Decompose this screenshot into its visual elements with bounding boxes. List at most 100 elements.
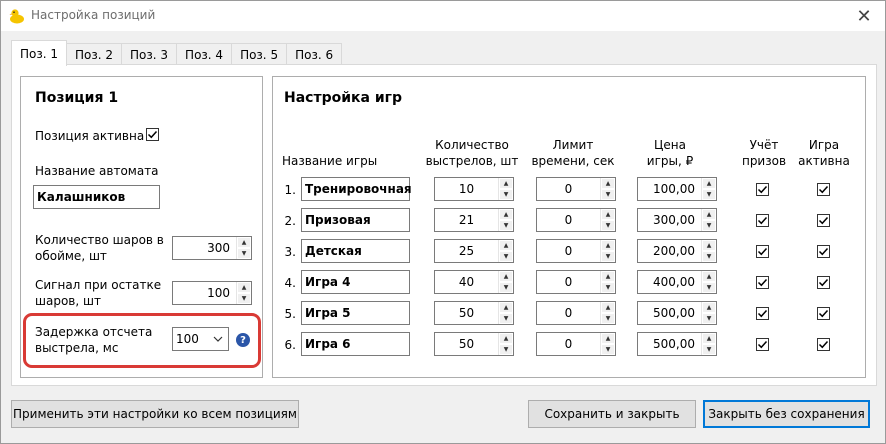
game-name-field[interactable]: Игра 4 <box>301 270 410 294</box>
spin-up-icon[interactable]: ▲ <box>702 240 716 251</box>
spin-up-icon[interactable]: ▲ <box>601 302 615 313</box>
spin-up-icon[interactable]: ▲ <box>702 178 716 189</box>
check-icon <box>757 340 768 349</box>
tab-position-5[interactable]: Поз. 5 <box>231 43 288 66</box>
shots-stepper[interactable]: 10 ▲ ▼ <box>434 177 514 201</box>
spin-down-icon[interactable]: ▼ <box>499 220 513 231</box>
time-limit-stepper[interactable]: 0 ▲ ▼ <box>536 332 616 356</box>
position-active-checkbox[interactable] <box>146 128 159 141</box>
prizes-checkbox[interactable] <box>756 307 769 320</box>
spin-up-icon[interactable]: ▲ <box>499 302 513 313</box>
spin-up-icon[interactable]: ▲ <box>601 333 615 344</box>
spin-down-icon[interactable]: ▼ <box>601 313 615 324</box>
spin-up-icon[interactable]: ▲ <box>499 333 513 344</box>
price-stepper[interactable]: 500,00 ▲ ▼ <box>637 332 717 356</box>
spin-down-icon[interactable]: ▼ <box>499 251 513 262</box>
shots-stepper[interactable]: 25 ▲ ▼ <box>434 239 514 263</box>
spin-down-icon[interactable]: ▼ <box>237 248 251 259</box>
price-stepper[interactable]: 300,00 ▲ ▼ <box>637 208 717 232</box>
price-stepper[interactable]: 100,00 ▲ ▼ <box>637 177 717 201</box>
signal-label: Сигнал при остатке шаров, шт <box>35 278 162 308</box>
tab-position-2[interactable]: Поз. 2 <box>66 43 123 66</box>
shots-stepper[interactable]: 50 ▲ ▼ <box>434 301 514 325</box>
spin-up-icon[interactable]: ▲ <box>702 209 716 220</box>
spin-down-icon[interactable]: ▼ <box>702 344 716 355</box>
spin-up-icon[interactable]: ▲ <box>499 240 513 251</box>
spin-down-icon[interactable]: ▼ <box>601 251 615 262</box>
game-name-field[interactable]: Детская <box>301 239 410 263</box>
check-icon <box>757 247 768 256</box>
spin-up-icon[interactable]: ▲ <box>702 302 716 313</box>
tab-position-3[interactable]: Поз. 3 <box>121 43 178 66</box>
spin-down-icon[interactable]: ▼ <box>499 282 513 293</box>
price-stepper[interactable]: 200,00 ▲ ▼ <box>637 239 717 263</box>
tab-position-1[interactable]: Поз. 1 <box>11 40 68 66</box>
game-name-field[interactable]: Игра 6 <box>301 332 410 356</box>
time-limit-stepper[interactable]: 0 ▲ ▼ <box>536 270 616 294</box>
price-stepper[interactable]: 500,00 ▲ ▼ <box>637 301 717 325</box>
row-number: 4. <box>284 276 296 290</box>
spin-down-icon[interactable]: ▼ <box>702 220 716 231</box>
shots-stepper[interactable]: 21 ▲ ▼ <box>434 208 514 232</box>
game-active-checkbox[interactable] <box>817 214 830 227</box>
spin-down-icon[interactable]: ▼ <box>601 282 615 293</box>
spin-up-icon[interactable]: ▲ <box>702 333 716 344</box>
close-window-button[interactable]: ✕ <box>851 4 877 28</box>
spin-up-icon[interactable]: ▲ <box>499 209 513 220</box>
gun-name-field[interactable]: Калашников <box>33 185 160 209</box>
time-limit-stepper[interactable]: 0 ▲ ▼ <box>536 177 616 201</box>
game-name-field[interactable]: Призовая <box>301 208 410 232</box>
game-active-checkbox[interactable] <box>817 276 830 289</box>
help-icon[interactable]: ? <box>236 333 250 347</box>
prizes-checkbox[interactable] <box>756 183 769 196</box>
game-active-checkbox[interactable] <box>817 183 830 196</box>
price-stepper[interactable]: 400,00 ▲ ▼ <box>637 270 717 294</box>
time-limit-stepper[interactable]: 0 ▲ ▼ <box>536 208 616 232</box>
shots-stepper[interactable]: 50 ▲ ▼ <box>434 332 514 356</box>
game-name-field[interactable]: Тренировочная <box>301 177 412 201</box>
save-close-button[interactable]: Сохранить и закрыть <box>528 400 696 428</box>
spin-up-icon[interactable]: ▲ <box>702 271 716 282</box>
spin-up-icon[interactable]: ▲ <box>601 240 615 251</box>
balls-count-stepper[interactable]: 300 ▲ ▼ <box>172 236 252 260</box>
spin-up-icon[interactable]: ▲ <box>499 178 513 189</box>
spin-down-icon[interactable]: ▼ <box>702 189 716 200</box>
prizes-checkbox[interactable] <box>756 276 769 289</box>
chevron-down-icon <box>213 336 223 342</box>
spin-down-icon[interactable]: ▼ <box>601 344 615 355</box>
time-limit-value: 0 <box>564 306 573 320</box>
spin-down-icon[interactable]: ▼ <box>237 293 251 304</box>
tab-position-4[interactable]: Поз. 4 <box>176 43 233 66</box>
tab-position-6[interactable]: Поз. 6 <box>286 43 343 66</box>
spin-down-icon[interactable]: ▼ <box>702 313 716 324</box>
price-value: 400,00 <box>653 275 695 289</box>
spin-down-icon[interactable]: ▼ <box>702 251 716 262</box>
spin-up-icon[interactable]: ▲ <box>601 271 615 282</box>
prizes-checkbox[interactable] <box>756 338 769 351</box>
time-limit-stepper[interactable]: 0 ▲ ▼ <box>536 301 616 325</box>
spin-down-icon[interactable]: ▼ <box>702 282 716 293</box>
apply-all-button[interactable]: Применить эти настройки ко всем позициям <box>11 400 299 428</box>
close-without-saving-button[interactable]: Закрыть без сохранения <box>703 400 870 428</box>
spin-down-icon[interactable]: ▼ <box>499 313 513 324</box>
delay-value: 100 <box>176 332 199 346</box>
shots-stepper[interactable]: 40 ▲ ▼ <box>434 270 514 294</box>
prizes-checkbox[interactable] <box>756 214 769 227</box>
spin-up-icon[interactable]: ▲ <box>237 282 251 293</box>
signal-stepper[interactable]: 100 ▲ ▼ <box>172 281 252 305</box>
spin-up-icon[interactable]: ▲ <box>237 237 251 248</box>
spin-up-icon[interactable]: ▲ <box>601 178 615 189</box>
delay-select[interactable]: 100 <box>172 327 229 351</box>
game-name-field[interactable]: Игра 5 <box>301 301 410 325</box>
spin-down-icon[interactable]: ▼ <box>499 344 513 355</box>
spin-up-icon[interactable]: ▲ <box>601 209 615 220</box>
game-active-checkbox[interactable] <box>817 245 830 258</box>
game-active-checkbox[interactable] <box>817 338 830 351</box>
spin-down-icon[interactable]: ▼ <box>499 189 513 200</box>
spin-down-icon[interactable]: ▼ <box>601 189 615 200</box>
prizes-checkbox[interactable] <box>756 245 769 258</box>
spin-up-icon[interactable]: ▲ <box>499 271 513 282</box>
game-active-checkbox[interactable] <box>817 307 830 320</box>
time-limit-stepper[interactable]: 0 ▲ ▼ <box>536 239 616 263</box>
spin-down-icon[interactable]: ▼ <box>601 220 615 231</box>
